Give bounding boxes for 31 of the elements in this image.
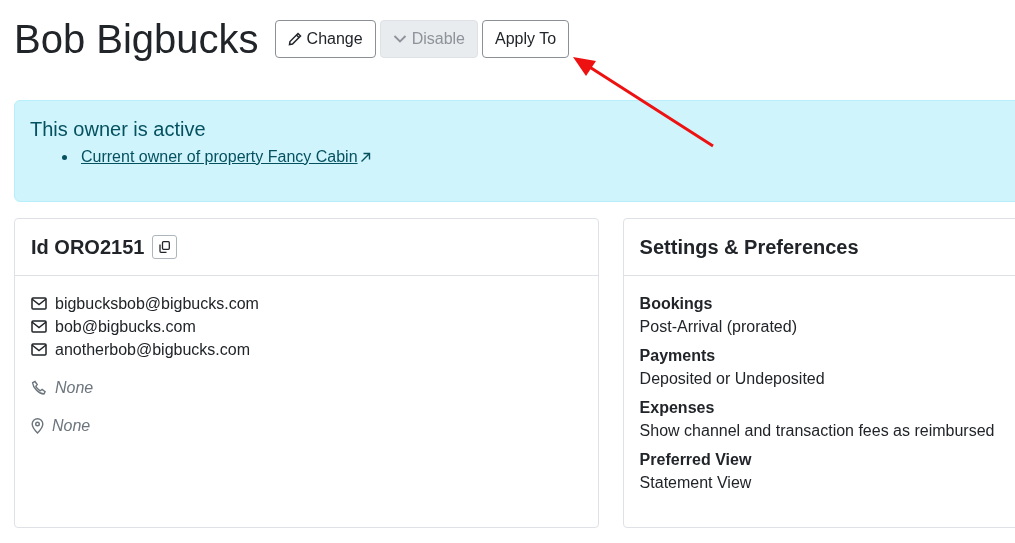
address-text: None: [52, 415, 91, 436]
envelope-icon: [31, 297, 47, 310]
phone-number: None: [55, 377, 94, 398]
copy-icon: [159, 241, 171, 253]
card-title: Settings & Preferences: [639, 235, 859, 260]
setting-value: Post-Arrival (prorated): [639, 317, 797, 337]
setting-label: Expenses: [639, 398, 715, 418]
setting-label: Payments: [639, 346, 716, 366]
setting-value: Statement View: [639, 473, 752, 493]
setting-label: Bookings: [639, 294, 713, 314]
setting-value: Show channel and transaction fees as reimbursed: [639, 421, 995, 441]
map-pin-icon: [31, 417, 44, 434]
alert-heading: This owner is active: [30, 117, 206, 141]
external-link-icon: [359, 151, 371, 163]
envelope-icon: [31, 343, 47, 356]
property-link[interactable]: Current owner of property Fancy Cabin: [81, 145, 371, 169]
chevron-down-icon: [392, 34, 407, 44]
bullet-icon: [62, 154, 67, 160]
envelope-icon: [31, 320, 47, 333]
email-address: bob@bigbucks.com: [55, 316, 196, 337]
page-title: Bob Bigbucks: [14, 19, 259, 59]
setting-value: Deposited or Undeposited: [639, 369, 825, 389]
action-button[interactable]: Change: [274, 20, 376, 58]
email-address: bigbucksbob@bigbucks.com: [55, 293, 259, 314]
email-address: anotherbob@bigbucks.com: [55, 339, 251, 360]
copy-button[interactable]: [152, 235, 178, 259]
phone-icon: [31, 379, 47, 396]
card-title: Id ORO2151: [31, 235, 145, 260]
setting-label: Preferred View: [639, 450, 752, 470]
pencil-icon: [287, 32, 302, 46]
action-button[interactable]: Apply To: [482, 20, 570, 58]
